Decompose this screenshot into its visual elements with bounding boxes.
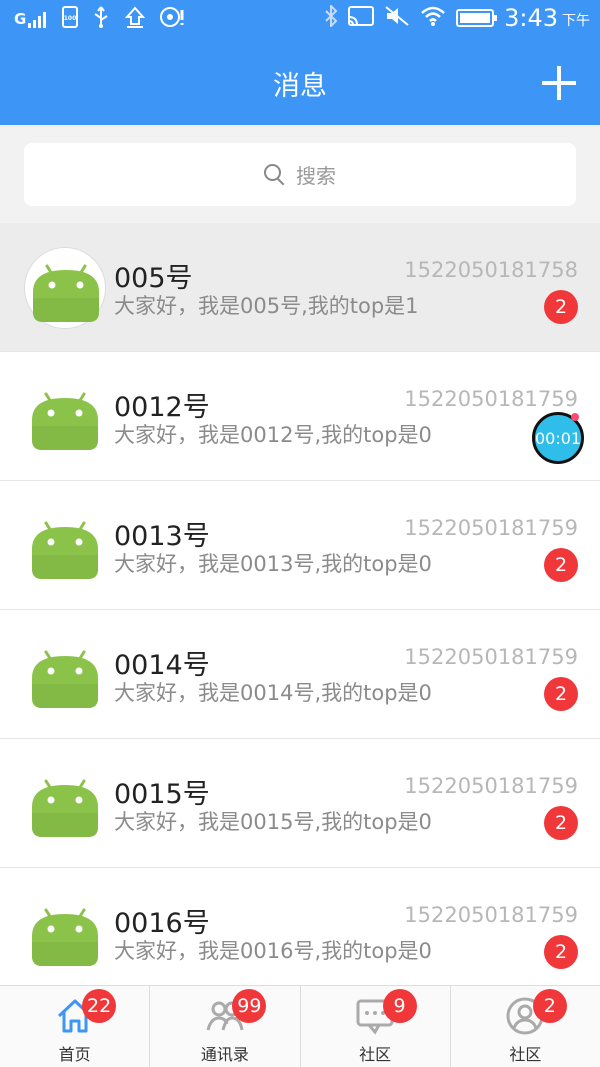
avatar (24, 763, 106, 845)
battery-saver-icon: 100 (62, 6, 79, 32)
timestamp: 1522050181759 (404, 387, 578, 411)
android-icon (24, 392, 106, 462)
wifi-icon (420, 5, 446, 31)
search-input[interactable]: 搜索 (24, 143, 576, 206)
tab-label: 社区 (359, 1045, 392, 1064)
record-icon (160, 6, 188, 32)
clock: 3:43 (504, 4, 558, 32)
avatar (24, 892, 106, 974)
android-icon (24, 908, 106, 978)
android-icon (24, 779, 106, 849)
upload-icon (124, 6, 146, 32)
message-preview: 大家好，我是0015号,我的top是0 (114, 810, 432, 834)
conversation-row[interactable]: 0015号 大家好，我是0015号,我的top是0 1522050181759 … (0, 739, 600, 868)
message-preview: 大家好，我是005号,我的top是1 (114, 294, 419, 318)
tab-badge: 99 (232, 989, 267, 1023)
cast-icon (348, 5, 375, 31)
avatar (24, 505, 106, 587)
timer-dot (571, 413, 579, 421)
unread-badge: 2 (544, 290, 578, 324)
tab-badge: 2 (532, 989, 567, 1023)
timer-bubble[interactable]: 00:01 (532, 412, 584, 464)
conversation-row[interactable]: 0013号 大家好，我是0013号,我的top是0 1522050181759 … (0, 481, 600, 610)
bottom-tab-bar: 首页 22 通讯录 99 社区 9 社区 2 (0, 985, 600, 1067)
timer-text: 00:01 (534, 428, 582, 448)
bluetooth-icon (324, 3, 338, 31)
avatar (24, 376, 106, 458)
android-icon (24, 650, 106, 720)
tab-badge: 9 (382, 989, 417, 1023)
unread-badge: 2 (544, 806, 578, 840)
mute-icon (384, 5, 410, 31)
message-preview: 大家好，我是0013号,我的top是0 (114, 552, 432, 576)
title-bar: 消息 (0, 40, 600, 125)
conversation-row[interactable]: 0014号 大家好，我是0014号,我的top是0 1522050181759 … (0, 610, 600, 739)
avatar (24, 247, 106, 329)
android-icon (24, 521, 106, 591)
tab-home[interactable]: 首页 22 (0, 986, 151, 1067)
usb-icon (92, 6, 110, 32)
network-type: G (14, 10, 27, 28)
conversation-list[interactable]: 005号 大家好，我是005号,我的top是1 1522050181758 2 … (0, 223, 600, 985)
status-left: G 100 (14, 6, 188, 32)
battery-icon (456, 9, 498, 27)
tab-chat[interactable]: 社区 9 (301, 986, 451, 1067)
tab-badge: 22 (82, 989, 117, 1023)
avatar (24, 634, 106, 716)
message-preview: 大家好，我是0014号,我的top是0 (114, 681, 432, 705)
search-placeholder: 搜索 (296, 164, 336, 188)
timestamp: 1522050181758 (404, 258, 578, 282)
tab-label: 首页 (58, 1045, 91, 1064)
tab-contacts[interactable]: 通讯录 99 (150, 986, 301, 1067)
timestamp: 1522050181759 (404, 645, 578, 669)
unread-badge: 2 (544, 935, 578, 969)
status-right: 3:43 下午 (324, 3, 590, 32)
conversation-row[interactable]: 0012号 大家好，我是0012号,我的top是0 1522050181759 … (0, 352, 600, 481)
conversation-row[interactable]: 0016号 大家好，我是0016号,我的top是0 1522050181759 … (0, 868, 600, 985)
signal-icon: G (14, 10, 48, 28)
message-preview: 大家好，我是0012号,我的top是0 (114, 423, 432, 447)
android-icon (25, 264, 107, 334)
timestamp: 1522050181759 (404, 516, 578, 540)
unread-badge: 2 (544, 548, 578, 582)
add-button[interactable] (542, 66, 576, 100)
svg-text:100: 100 (64, 15, 77, 22)
tab-label: 社区 (509, 1045, 542, 1064)
status-bar: G 100 3:43 下午 (0, 0, 600, 40)
conversation-row[interactable]: 005号 大家好，我是005号,我的top是1 1522050181758 2 (0, 223, 600, 352)
clock-ampm: 下午 (562, 13, 590, 29)
page-title: 消息 (273, 71, 327, 102)
timestamp: 1522050181759 (404, 774, 578, 798)
search-area: 搜索 (0, 125, 600, 223)
timestamp: 1522050181759 (404, 903, 578, 927)
message-preview: 大家好，我是0016号,我的top是0 (114, 939, 432, 963)
unread-badge: 2 (544, 677, 578, 711)
tab-profile[interactable]: 社区 2 (451, 986, 600, 1067)
tab-label: 通讯录 (200, 1045, 249, 1064)
search-icon (264, 163, 286, 186)
